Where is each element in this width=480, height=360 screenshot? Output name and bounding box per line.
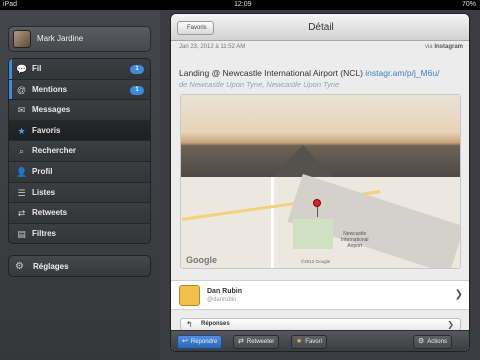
speech-bubble-icon: 💬 — [16, 64, 28, 74]
sidebar-item-messages[interactable]: ✉ Messages — [9, 100, 150, 121]
status-bar: iPad 12:09 70% — [0, 0, 480, 10]
instagram-photo[interactable] — [181, 95, 460, 177]
settings-label: Réglages — [33, 262, 69, 271]
map-road — [271, 177, 274, 268]
reply-arrow-icon: ↰ — [186, 320, 193, 329]
sidebar-item-rechercher[interactable]: ⌕ Rechercher — [9, 141, 150, 162]
star-icon: ★ — [296, 338, 303, 345]
chevron-right-icon: ❯ — [454, 289, 463, 300]
map-pin-icon[interactable] — [313, 199, 321, 207]
tweet-meta: Jan 23, 2012 à 11:52 AM via Instagram — [171, 42, 469, 53]
map-copyright: ©2012 Google — [301, 259, 331, 264]
map-park — [293, 219, 333, 249]
sidebar-item-profil[interactable]: 👤 Profil — [9, 161, 150, 183]
author-handle: @danrubin — [207, 297, 237, 303]
reply-icon: ↩ — [182, 338, 188, 345]
actions-label: Actions — [427, 339, 447, 345]
chevron-right-icon: ❯ — [447, 320, 454, 329]
sidebar-item-filtres[interactable]: ▤ Filtres — [9, 223, 150, 243]
via-prefix: via — [424, 44, 433, 50]
person-icon: 👤 — [16, 166, 28, 177]
sidebar-item-label: Filtres — [32, 228, 57, 238]
star-icon: ★ — [17, 125, 26, 136]
tweet-source: via Instagram — [425, 44, 463, 50]
status-time: 12:09 — [234, 1, 252, 8]
reply-label: Répondre — [190, 339, 218, 345]
sidebar-item-label: Rechercher — [32, 146, 77, 156]
sidebar-item-label: Retweets — [32, 208, 68, 218]
retweet-label: Retweeter — [246, 339, 275, 345]
tweet-location[interactable]: de Newcastle Upon Tyne, Newcastle Upon T… — [179, 79, 465, 90]
device-label: iPad — [3, 1, 18, 8]
sidebar-item-label: Fil — [32, 64, 42, 73]
retweet-button[interactable]: ⇄ Retweeter — [233, 335, 280, 349]
at-icon: @ — [16, 84, 27, 95]
bottom-toolbar: ↩ Répondre ⇄ Retweeter ★ Favori ⚙ Actions — [171, 330, 469, 351]
map-airport-label: Newcastle International Airport — [341, 231, 369, 249]
tweet-date: Jan 23, 2012 à 11:52 AM — [179, 44, 246, 50]
unread-badge: 1 — [130, 65, 144, 74]
runway-shape — [273, 145, 333, 177]
search-icon: ⌕ — [18, 146, 25, 157]
author-avatar — [179, 285, 200, 306]
favorite-label: Favori — [305, 339, 322, 345]
retweet-icon: ⇄ — [17, 208, 26, 219]
unread-indicator — [9, 59, 12, 79]
tweet-link[interactable]: instagr.am/p/j_M6u/ — [365, 68, 439, 78]
sidebar-item-mentions[interactable]: @ Mentions 1 — [9, 79, 150, 101]
sidebar-item-fil[interactable]: 💬 Fil 1 — [9, 59, 150, 80]
gear-icon: ⚙ — [418, 338, 425, 345]
sidebar: Mark Jardine 💬 Fil 1 @ Mentions 1 ✉ Mess… — [0, 10, 160, 360]
replies-label: Réponses — [201, 321, 230, 327]
sidebar-menu: 💬 Fil 1 @ Mentions 1 ✉ Messages ★ Favori… — [8, 58, 151, 244]
battery-label: 70% — [461, 1, 476, 8]
tweet-body: Landing @ Newcastle International Airpor… — [179, 68, 465, 90]
via-app: Instagram — [434, 44, 463, 50]
account-name: Mark Jardine — [37, 34, 84, 43]
page-title: Détail — [308, 22, 334, 33]
detail-panel: Favoris Détail Jan 23, 2012 à 11:52 AM v… — [170, 13, 470, 352]
sidebar-item-listes[interactable]: ☰ Listes — [9, 182, 150, 204]
navigation-bar: Favoris Détail — [171, 14, 469, 41]
envelope-icon: ✉ — [17, 105, 26, 116]
list-icon: ☰ — [17, 187, 26, 198]
author-name: Dan Rubin — [207, 288, 242, 295]
unread-badge: 1 — [130, 85, 144, 95]
filter-icon: ▤ — [17, 228, 26, 239]
settings-button[interactable]: ⚙ Réglages — [8, 255, 151, 277]
account-button[interactable]: Mark Jardine — [8, 26, 151, 52]
gear-icon: ⚙ — [15, 261, 24, 272]
favorite-button[interactable]: ★ Favori — [291, 335, 327, 349]
sidebar-item-label: Favoris — [32, 125, 61, 135]
actions-button[interactable]: ⚙ Actions — [413, 335, 452, 349]
author-row[interactable]: Dan Rubin @danrubin ❯ — [171, 280, 469, 310]
tweet-text: Landing @ Newcastle International Airpor… — [179, 68, 366, 78]
sidebar-item-label: Profil — [32, 166, 53, 176]
sidebar-item-label: Mentions — [32, 84, 68, 94]
location-map[interactable]: Newcastle International Airport Google ©… — [181, 173, 460, 268]
map-pin-stick — [317, 207, 318, 217]
google-logo: Google — [186, 255, 217, 265]
retweet-icon: ⇄ — [238, 338, 244, 345]
media-card: Newcastle International Airport Google ©… — [180, 94, 461, 269]
unread-indicator — [9, 79, 12, 100]
sidebar-item-retweets[interactable]: ⇄ Retweets — [9, 203, 150, 224]
sidebar-item-label: Listes — [32, 187, 56, 197]
reply-button[interactable]: ↩ Répondre — [177, 335, 223, 349]
avatar — [13, 30, 31, 48]
sidebar-item-label: Messages — [32, 105, 71, 115]
sidebar-item-favoris[interactable]: ★ Favoris — [9, 120, 150, 142]
